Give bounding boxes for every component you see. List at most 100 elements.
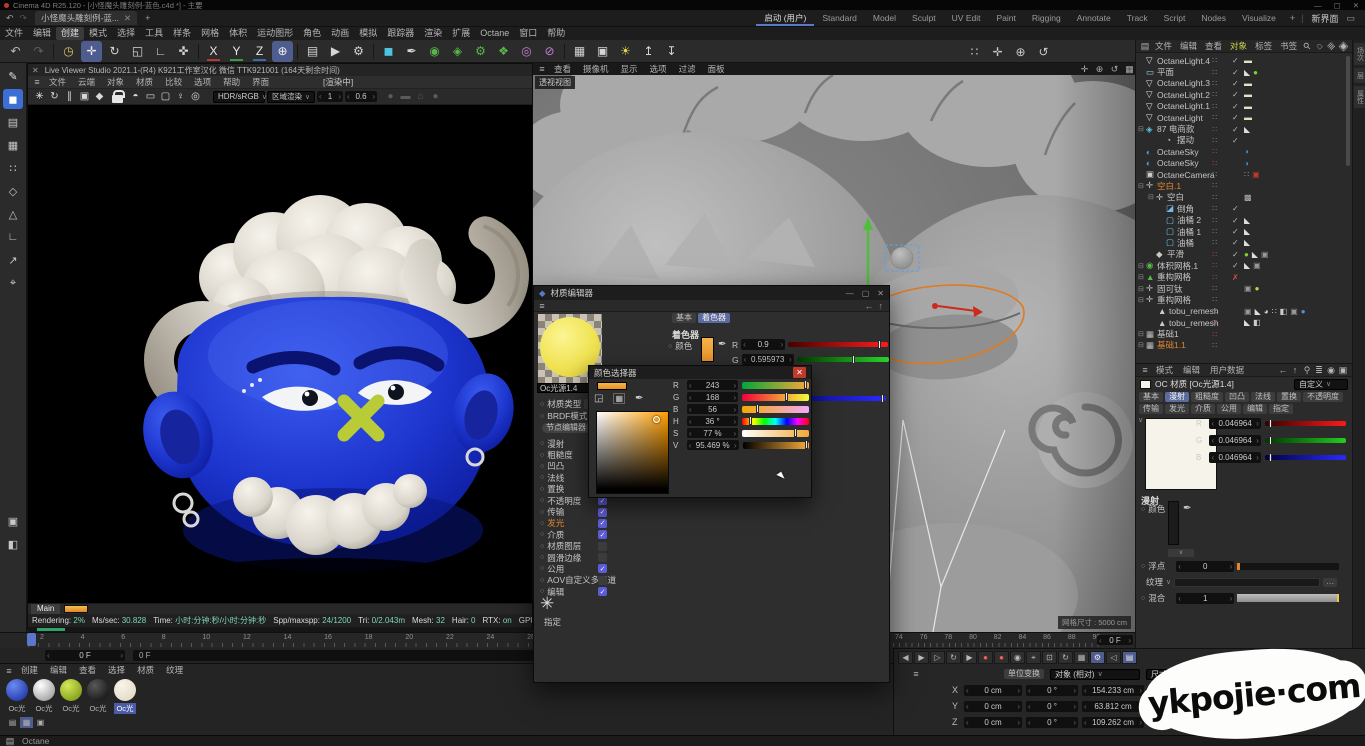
expand-icon[interactable]: ⊟ — [1138, 285, 1146, 293]
r-slider[interactable] — [788, 342, 888, 347]
channel-slider[interactable] — [1265, 455, 1346, 460]
object-tag-icon[interactable]: ◑ — [1244, 147, 1249, 156]
minimize-icon[interactable]: — — [846, 289, 854, 298]
viewport-menu-item[interactable]: 选项 — [644, 63, 673, 76]
next-frame-button[interactable]: ▷ — [930, 651, 945, 664]
object-tag-icon[interactable]: ∷ — [1272, 307, 1277, 316]
visibility-dots[interactable] — [1212, 238, 1218, 247]
lv-menu-item[interactable]: 帮助 — [217, 76, 246, 89]
object-label[interactable]: OctaneCamera — [1157, 170, 1215, 180]
visibility-dots[interactable] — [1212, 204, 1218, 213]
mix-slider[interactable] — [1237, 594, 1339, 602]
material-editor-tab[interactable]: 基本 — [672, 313, 696, 323]
object-tree-row[interactable]: ⊟ ◉ 体积网格.1 ✓ ◣▣ — [1136, 260, 1352, 271]
expand-icon[interactable]: ⊟ — [1138, 125, 1146, 133]
object-tree-row[interactable]: ◆ 平滑 ✓ ●◣▣ — [1136, 249, 1352, 260]
channel-label[interactable]: 漫射 — [547, 438, 564, 450]
lock-icon[interactable]: ◉ — [1325, 364, 1337, 376]
material-item[interactable]: Oc光 — [60, 679, 82, 714]
attr-tab[interactable]: 漫射 — [1165, 392, 1189, 402]
viewport-menu-item[interactable]: 过滤 — [673, 63, 702, 76]
enable-check-icon[interactable]: ✓ — [1232, 136, 1239, 145]
visibility-dots[interactable] — [1212, 56, 1218, 65]
viewport-menu-item[interactable]: 摄像机 — [577, 63, 615, 76]
material-item[interactable]: Oc光 — [33, 679, 55, 714]
channel-row[interactable]: ○ 编辑 ✓ — [540, 586, 655, 597]
material-ball[interactable] — [6, 679, 28, 701]
object-tag-icon[interactable]: ▣ — [1261, 250, 1269, 259]
spline-pen-icon[interactable]: ✒ — [401, 41, 422, 62]
deformer-icon[interactable]: ◎ — [516, 41, 537, 62]
position-field[interactable]: 0 cm — [964, 685, 1022, 696]
up-icon[interactable]: ↑ — [879, 301, 884, 311]
maximize-button[interactable]: ▢ — [1334, 1, 1341, 10]
channel-row[interactable]: ○ 介质 ✓ — [540, 529, 655, 540]
channel-row[interactable]: ○ AOV自定义多通道 ✓ — [540, 575, 655, 586]
attr-tab[interactable]: 不透明度 — [1303, 392, 1343, 402]
back-icon[interactable]: ← — [1277, 364, 1289, 376]
menu-item[interactable]: 运动图形 — [252, 27, 298, 40]
visibility-dots[interactable] — [1212, 181, 1218, 190]
goto-end-button[interactable]: ▶ — [962, 651, 977, 664]
expand-icon[interactable]: ⊟ — [1138, 262, 1146, 270]
expand-icon[interactable]: ⊟ — [1148, 193, 1156, 201]
hamburger-icon[interactable]: ≡ — [1139, 364, 1151, 376]
material-ball[interactable] — [33, 679, 55, 701]
object-tag-icon[interactable]: ● — [1301, 307, 1306, 316]
menu-item[interactable]: 文件 — [0, 27, 28, 40]
mm-menu-item[interactable]: 材质 — [131, 664, 160, 677]
menu-item[interactable]: Octane — [475, 27, 514, 40]
channel-row[interactable]: ○ 传输 ✓ — [540, 506, 655, 517]
object-tag-icon[interactable]: ◣ — [1244, 227, 1250, 236]
scale-tool-icon[interactable]: ◱ — [127, 41, 148, 62]
restart-render-icon[interactable]: ↻ — [47, 90, 62, 104]
coord-system-icon[interactable]: ⊕ — [272, 41, 293, 62]
attr-tab[interactable]: 凹凸 — [1225, 392, 1249, 402]
enable-check-icon[interactable]: ✓ — [1232, 227, 1239, 236]
menu-item[interactable]: 角色 — [298, 27, 326, 40]
live-selection-icon[interactable]: ◷ — [58, 41, 79, 62]
object-tag-icon[interactable]: ◕ — [1264, 307, 1269, 316]
visibility-dots[interactable] — [1212, 216, 1218, 225]
popout-icon[interactable]: ▣ — [1337, 364, 1349, 376]
region-mode-dropdown[interactable]: 区域渲染 — [267, 91, 315, 103]
close-icon[interactable]: ✕ — [32, 66, 39, 75]
mograph-icon[interactable]: ❖ — [493, 41, 514, 62]
g-slider[interactable] — [797, 357, 889, 362]
light-icon[interactable]: ☀ — [615, 41, 636, 62]
solo-hierarchy-icon[interactable]: ◧ — [3, 534, 23, 554]
snap-mode-icon[interactable]: ⌖ — [3, 273, 23, 293]
mm-menu-item[interactable]: 编辑 — [44, 664, 73, 677]
visibility-dots[interactable] — [1212, 295, 1218, 304]
attr-tab[interactable]: 指定 — [1269, 404, 1293, 414]
rotate-tool-icon[interactable]: ↻ — [104, 41, 125, 62]
mm-menu-item[interactable]: 选择 — [102, 664, 131, 677]
render-view-icon[interactable]: ▤ — [302, 41, 323, 62]
eyedropper-icon[interactable]: ✒ — [635, 393, 643, 404]
scale-field[interactable]: 0.6 — [345, 91, 377, 102]
workspace-tab[interactable]: Script — [1156, 10, 1194, 26]
visibility-dots[interactable] — [1212, 170, 1218, 179]
expand-icon[interactable]: ⊟ — [1138, 330, 1146, 338]
frame-view-icon[interactable]: ⊕ — [1010, 41, 1031, 62]
make-editable-icon[interactable]: ✎ — [3, 66, 23, 86]
solo-button[interactable]: ⚙ — [1090, 651, 1105, 664]
aperture-icon[interactable]: ◆ — [92, 90, 107, 104]
channel-label[interactable]: 圆滑边缘 — [547, 552, 581, 564]
attr-tab[interactable]: 法线 — [1251, 392, 1275, 402]
menu-item[interactable]: 样条 — [168, 27, 196, 40]
channel-label[interactable]: 凹凸 — [547, 460, 564, 472]
normal-move-icon[interactable]: ↗ — [3, 250, 23, 270]
lv-menu-item[interactable]: 文件 — [43, 76, 72, 89]
object-label[interactable]: OctaneLight.1 — [1157, 101, 1210, 111]
polygons-mode-icon[interactable]: △ — [3, 204, 23, 224]
visibility-dots[interactable] — [1212, 68, 1218, 77]
pick-material-icon[interactable]: ♀ — [173, 90, 188, 104]
octane-logo-icon[interactable]: ✳ — [32, 90, 47, 104]
visibility-dots[interactable] — [1212, 318, 1218, 327]
redo-icon[interactable]: ↷ — [20, 13, 28, 24]
passes-icon[interactable]: ● — [383, 90, 398, 104]
picker-value-field[interactable]: 36 ° — [687, 416, 738, 426]
primitive-cube-icon[interactable]: ◼ — [378, 41, 399, 62]
menu-item[interactable]: 动画 — [326, 27, 354, 40]
